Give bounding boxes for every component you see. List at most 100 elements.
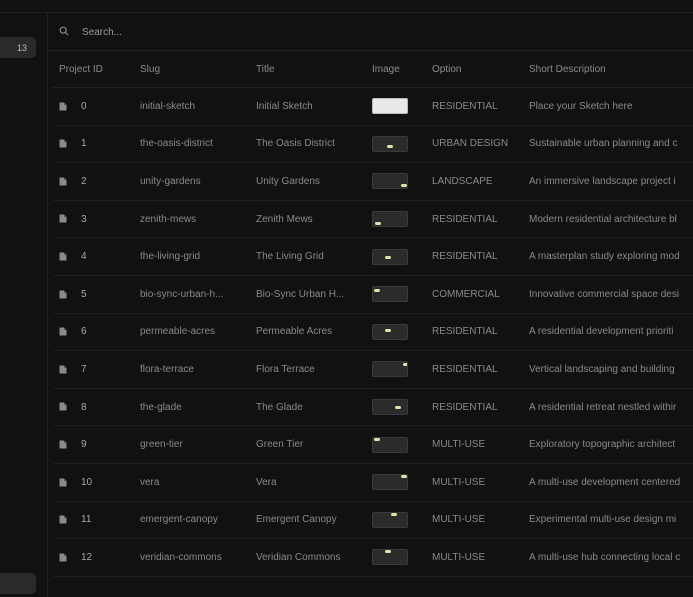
file-icon — [59, 440, 67, 449]
cell-slug: the-living-grid — [134, 237, 250, 276]
project-thumbnail[interactable] — [372, 549, 408, 566]
table-header-row: Project ID Slug Title Image Option Short… — [53, 51, 693, 88]
table-row[interactable]: 2 unity-gardens Unity Gardens LANDSCAPE An i… — [53, 162, 693, 201]
badge-count: 13 — [16, 42, 27, 53]
file-icon — [59, 102, 67, 111]
sidebar-count-badge[interactable]: 13 — [0, 37, 36, 58]
projects-table: Project ID Slug Title Image Option Short… — [53, 51, 693, 577]
cell-option: MULTI-USE — [426, 463, 523, 502]
project-thumbnail[interactable] — [372, 173, 408, 190]
cell-option: RESIDENTIAL — [426, 388, 523, 427]
project-id: 12 — [81, 551, 93, 563]
cell-image — [366, 463, 426, 502]
table-row[interactable]: 9 green-tier Green Tier MULTI-USE Explorator… — [53, 425, 693, 464]
cell-slug: bio-sync-urban-h... — [134, 275, 250, 314]
file-icon — [59, 252, 67, 261]
table-row[interactable]: 12 veridian-commons Veridian Commons MULTI-… — [53, 538, 693, 577]
table-row[interactable]: 8 the-glade The Glade RESIDENTIAL A resident… — [53, 388, 693, 427]
project-thumbnail[interactable] — [372, 323, 408, 340]
cell-project-id: 4 — [53, 237, 134, 276]
project-thumbnail[interactable] — [372, 98, 408, 115]
cell-option: RESIDENTIAL — [426, 350, 523, 389]
cell-slug: initial-sketch — [134, 87, 250, 126]
project-id: 9 — [81, 439, 87, 451]
header-image[interactable]: Image — [366, 51, 426, 88]
thumbnail-detail — [401, 184, 407, 188]
cell-project-id: 6 — [53, 313, 134, 352]
cell-title: Green Tier — [250, 425, 366, 464]
cell-option: RESIDENTIAL — [426, 313, 523, 352]
cell-slug: unity-gardens — [134, 162, 250, 201]
search-input[interactable] — [80, 23, 644, 41]
project-thumbnail[interactable] — [372, 511, 408, 528]
project-thumbnail[interactable] — [372, 286, 408, 303]
cell-slug: veridian-commons — [134, 538, 250, 577]
project-thumbnail[interactable] — [372, 135, 408, 152]
header-short-description[interactable]: Short Description — [523, 51, 693, 88]
header-option[interactable]: Option — [426, 51, 523, 88]
header-project-id[interactable]: Project ID — [53, 51, 134, 88]
project-id: 11 — [81, 514, 92, 526]
cell-short-description: Place your Sketch here — [523, 87, 693, 126]
thumbnail-detail — [387, 144, 393, 148]
cell-image — [366, 162, 426, 201]
project-thumbnail[interactable] — [372, 361, 408, 378]
cell-short-description: A residential development prioriti — [523, 313, 693, 352]
table-row[interactable]: 4 the-living-grid The Living Grid RESIDENTI… — [53, 237, 693, 276]
thumbnail-detail — [374, 437, 380, 441]
project-thumbnail[interactable] — [372, 248, 408, 265]
cell-project-id: 0 — [53, 87, 134, 126]
cell-image — [366, 425, 426, 464]
header-slug[interactable]: Slug — [134, 51, 250, 88]
cell-short-description: Vertical landscaping and building — [523, 350, 693, 389]
project-id: 6 — [81, 326, 87, 338]
cell-option: URBAN DESIGN — [426, 125, 523, 164]
cell-short-description: A masterplan study exploring mod — [523, 237, 693, 276]
table-row[interactable]: 7 flora-terrace Flora Terrace RESIDENTIAL Ve… — [53, 350, 693, 389]
file-icon — [59, 515, 67, 524]
project-id: 1 — [81, 138, 87, 150]
cell-slug: emergent-canopy — [134, 501, 250, 540]
cell-project-id: 1 — [53, 125, 134, 164]
table-row[interactable]: 11 emergent-canopy Emergent Canopy MULTI-US… — [53, 501, 693, 540]
cell-project-id: 12 — [53, 538, 134, 577]
cell-image — [366, 313, 426, 352]
project-id: 10 — [81, 476, 93, 488]
cell-slug: the-glade — [134, 388, 250, 427]
thumbnail-detail — [401, 475, 407, 479]
cell-slug: flora-terrace — [134, 350, 250, 389]
table-row[interactable]: 1 the-oasis-district The Oasis District URB… — [53, 125, 693, 164]
project-id: 8 — [81, 401, 87, 413]
cell-short-description: A residential retreat nestled withir — [523, 388, 693, 427]
sidebar-bottom-button[interactable] — [0, 573, 36, 594]
project-thumbnail[interactable] — [372, 436, 408, 453]
table-body: 0 initial-sketch Initial Sketch RESIDENTIAL… — [53, 87, 693, 577]
cell-title: Veridian Commons — [250, 538, 366, 577]
project-id: 0 — [81, 100, 87, 112]
project-id: 5 — [81, 288, 87, 300]
project-thumbnail[interactable] — [372, 211, 408, 228]
file-icon — [59, 214, 67, 223]
cell-image — [366, 388, 426, 427]
file-icon — [59, 290, 67, 299]
table-row[interactable]: 0 initial-sketch Initial Sketch RESIDENTIAL… — [53, 87, 693, 126]
header-title[interactable]: Title — [250, 51, 366, 88]
table-row[interactable]: 6 permeable-acres Permeable Acres RESIDENTI… — [53, 313, 693, 352]
project-thumbnail[interactable] — [372, 474, 408, 491]
table-row[interactable]: 10 vera Vera MULTI-USE A multi-use developme… — [53, 463, 693, 502]
cell-option: COMMERCIAL — [426, 275, 523, 314]
cell-slug: zenith-mews — [134, 200, 250, 239]
cell-slug: permeable-acres — [134, 313, 250, 352]
cell-project-id: 7 — [53, 350, 134, 389]
cell-slug: green-tier — [134, 425, 250, 464]
cell-project-id: 3 — [53, 200, 134, 239]
cell-short-description: Experimental multi-use design mi — [523, 501, 693, 540]
table-row[interactable]: 3 zenith-mews Zenith Mews RESIDENTIAL Modern… — [53, 200, 693, 239]
cell-title: Initial Sketch — [250, 87, 366, 126]
cell-title: Flora Terrace — [250, 350, 366, 389]
project-thumbnail[interactable] — [372, 399, 408, 416]
file-icon — [59, 553, 67, 562]
cell-short-description: Modern residential architecture bl — [523, 200, 693, 239]
cell-image — [366, 501, 426, 540]
table-row[interactable]: 5 bio-sync-urban-h... Bio-Sync Urban H... C… — [53, 275, 693, 314]
